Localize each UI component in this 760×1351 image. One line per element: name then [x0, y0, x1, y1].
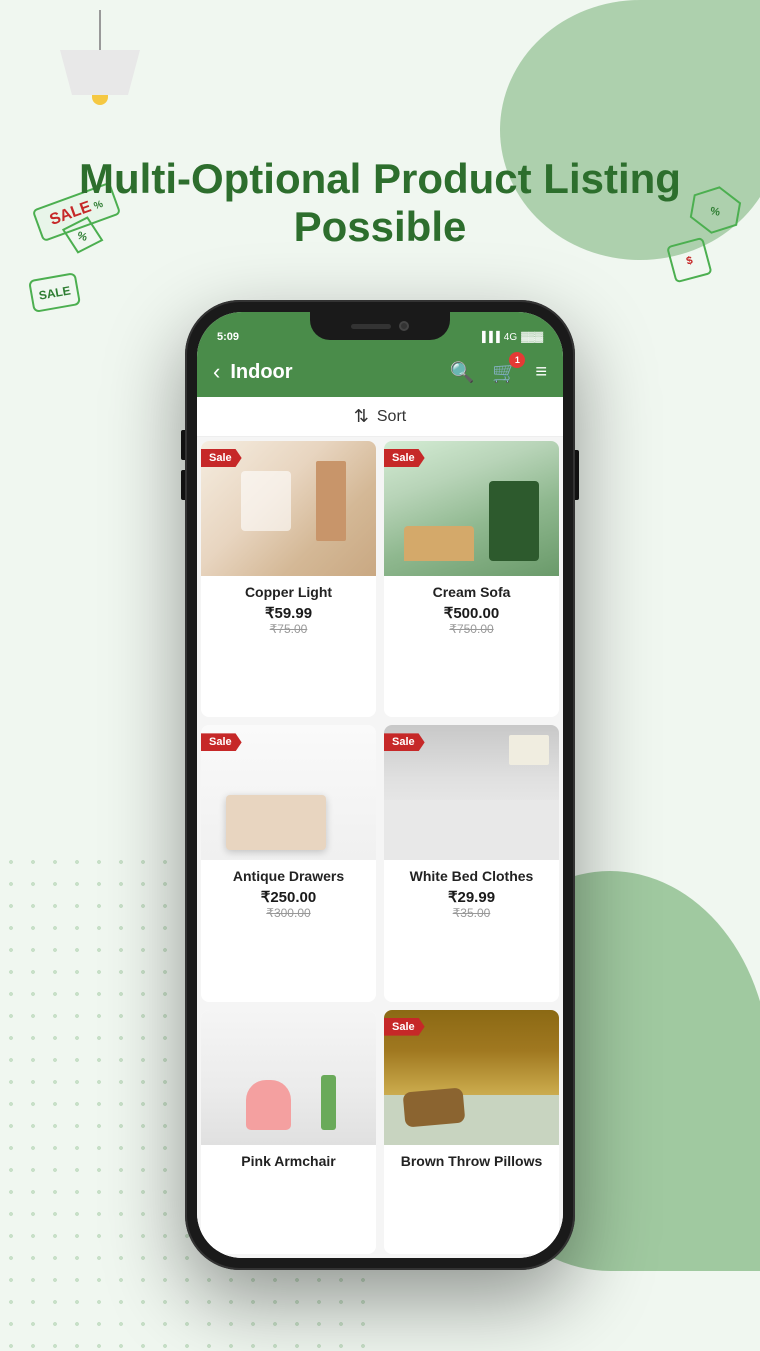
search-icon[interactable]: 🔍	[450, 360, 475, 385]
product-original-price-antique-drawers: ₹300.00	[211, 906, 366, 920]
products-grid: Sale Copper Light ₹59.99 ₹75.00 Sale	[197, 437, 563, 1258]
back-button[interactable]: ‹	[213, 359, 220, 385]
product-info-antique-drawers: Antique Drawers ₹250.00 ₹300.00	[201, 860, 376, 930]
sale-badge-brown-throw-pillows: Sale	[384, 1018, 425, 1036]
product-card-copper-light[interactable]: Sale Copper Light ₹59.99 ₹75.00	[201, 441, 376, 717]
volume-down-button	[181, 470, 185, 500]
nav-title: Indoor	[230, 361, 439, 384]
product-name-white-bed-clothes: White Bed Clothes	[394, 868, 549, 884]
volume-up-button	[181, 430, 185, 460]
product-info-white-bed-clothes: White Bed Clothes ₹29.99 ₹35.00	[384, 860, 559, 930]
product-price-antique-drawers: ₹250.00	[211, 888, 366, 906]
product-image-cream-sofa: Sale	[384, 441, 559, 576]
product-original-price-copper-light: ₹75.00	[211, 622, 366, 636]
phone-screen: 5:09 ▐▐▐ 4G ▓▓▓ ‹ Indoor 🔍 🛒 1 ≡	[197, 312, 563, 1258]
sale-badge-antique-drawers: Sale	[201, 733, 242, 751]
product-card-pink-armchair[interactable]: Pink Armchair	[201, 1010, 376, 1254]
sale-badge-white-bed-clothes: Sale	[384, 733, 425, 751]
list-icon[interactable]: ≡	[535, 361, 547, 384]
nav-icons-group: 🔍 🛒 1 ≡	[450, 360, 547, 385]
product-info-cream-sofa: Cream Sofa ₹500.00 ₹750.00	[384, 576, 559, 646]
product-card-white-bed-clothes[interactable]: Sale White Bed Clothes ₹29.99 ₹35.00	[384, 725, 559, 1001]
product-info-pink-armchair: Pink Armchair	[201, 1145, 376, 1183]
sale-badge-cream-sofa: Sale	[384, 449, 425, 467]
signal-icon: ▐▐▐	[479, 332, 500, 343]
product-original-price-cream-sofa: ₹750.00	[394, 622, 549, 636]
phone-outer-shell: 5:09 ▐▐▐ 4G ▓▓▓ ‹ Indoor 🔍 🛒 1 ≡	[185, 300, 575, 1270]
page-main-title: Multi-Optional Product Listing Possible	[40, 155, 720, 252]
status-right-icons: ▐▐▐ 4G ▓▓▓	[479, 332, 543, 343]
product-original-price-white-bed-clothes: ₹35.00	[394, 906, 549, 920]
product-image-copper-light: Sale	[201, 441, 376, 576]
sort-label: Sort	[377, 408, 406, 426]
page-title-section: Multi-Optional Product Listing Possible	[0, 155, 760, 252]
status-time: 5:09	[217, 331, 239, 343]
product-image-brown-throw-pillows: Sale	[384, 1010, 559, 1145]
cart-badge: 1	[509, 352, 525, 368]
product-info-brown-throw-pillows: Brown Throw Pillows	[384, 1145, 559, 1183]
battery-icon: ▓▓▓	[521, 332, 543, 343]
sort-icon: ⇅	[354, 406, 369, 427]
product-name-pink-armchair: Pink Armchair	[211, 1153, 366, 1169]
svg-text:$: $	[685, 254, 694, 267]
product-card-cream-sofa[interactable]: Sale Cream Sofa ₹500.00 ₹750.00	[384, 441, 559, 717]
product-card-brown-throw-pillows[interactable]: Sale Brown Throw Pillows	[384, 1010, 559, 1254]
sale-tag-decor-3: SALE	[27, 271, 83, 319]
product-card-antique-drawers[interactable]: Sale Antique Drawers ₹250.00 ₹300.00	[201, 725, 376, 1001]
power-button	[575, 450, 579, 500]
nav-bar: ‹ Indoor 🔍 🛒 1 ≡	[197, 347, 563, 397]
product-image-white-bed-clothes: Sale	[384, 725, 559, 860]
notch-speaker	[351, 324, 391, 329]
network-icon: 4G	[504, 332, 517, 343]
product-price-cream-sofa: ₹500.00	[394, 604, 549, 622]
phone-notch	[310, 312, 450, 340]
sort-bar[interactable]: ⇅ Sort	[197, 397, 563, 437]
phone-mockup: 5:09 ▐▐▐ 4G ▓▓▓ ‹ Indoor 🔍 🛒 1 ≡	[185, 300, 575, 1270]
sale-badge-copper-light: Sale	[201, 449, 242, 467]
product-info-copper-light: Copper Light ₹59.99 ₹75.00	[201, 576, 376, 646]
product-price-white-bed-clothes: ₹29.99	[394, 888, 549, 906]
lamp-decoration	[60, 10, 140, 105]
product-name-antique-drawers: Antique Drawers	[211, 868, 366, 884]
product-price-copper-light: ₹59.99	[211, 604, 366, 622]
product-image-pink-armchair	[201, 1010, 376, 1145]
product-name-cream-sofa: Cream Sofa	[394, 584, 549, 600]
product-name-copper-light: Copper Light	[211, 584, 366, 600]
cart-icon[interactable]: 🛒 1	[492, 360, 517, 385]
notch-camera	[399, 321, 409, 331]
product-image-antique-drawers: Sale	[201, 725, 376, 860]
svg-text:SALE: SALE	[38, 283, 72, 302]
product-name-brown-throw-pillows: Brown Throw Pillows	[394, 1153, 549, 1169]
